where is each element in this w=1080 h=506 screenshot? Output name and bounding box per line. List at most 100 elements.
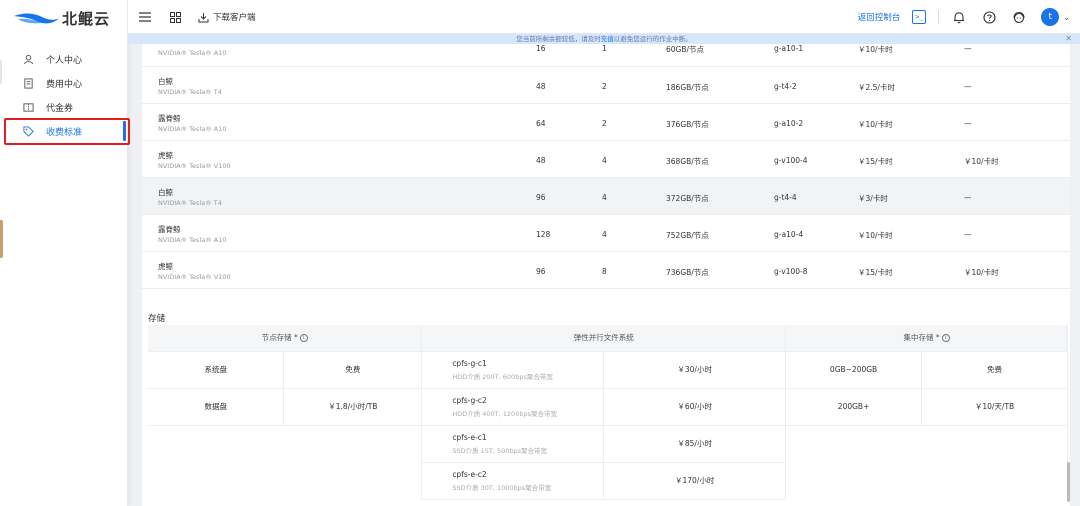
topbar: 下载客户端 返回控制台 >_ t ⌄ (128, 0, 1080, 34)
info-icon[interactable]: i (941, 334, 950, 343)
central-storage-price: 免费 (921, 351, 1068, 389)
gpu-model: NVIDIA® Tesla® T4 (158, 88, 222, 96)
back-to-console-link[interactable]: 返回控制台 (858, 11, 901, 23)
cpu-cores: 64 (536, 119, 546, 128)
gpu-name: 白鲸 (158, 77, 173, 86)
recharge-link[interactable]: 充值 (601, 35, 614, 43)
pricing-content: NVIDIA® Tesla® A10 16 1 60GB/节点 g-a10-1 ￥10/卡… (142, 44, 1070, 506)
gpu-count: 4 (602, 193, 607, 202)
price: ￥10/卡时 (858, 231, 893, 240)
gpu-name: 露脊鲸 (158, 225, 181, 234)
brand-logo[interactable]: 北鲲云 (12, 8, 110, 28)
bell-icon[interactable] (951, 9, 967, 25)
central-storage-range: 0GB~200GB (785, 351, 923, 389)
terminal-icon[interactable]: >_ (912, 10, 927, 24)
edge-tab (0, 220, 3, 258)
discount-price: — (964, 230, 972, 239)
gpu-name: 露脊鲸 (158, 114, 181, 123)
sidebar-nav: 个人中心 费用中心 代金券 收费标准 (0, 47, 128, 143)
notice-text-2: 以避免您运行的作业中断。 (613, 35, 692, 43)
discount-price: — (964, 82, 972, 91)
sidebar-item-profile[interactable]: 个人中心 (0, 47, 128, 71)
instance-spec: g-a10-1 (774, 44, 804, 53)
storage-table-header: 节点存储 * i 弹性并行文件系统 集中存储 * i (148, 325, 1068, 352)
memory: 736GB/节点 (666, 268, 709, 277)
gpu-model: NVIDIA® Tesla® V100 (158, 273, 231, 281)
discount-price: — (964, 193, 972, 202)
scrollbar[interactable] (1067, 462, 1070, 502)
voucher-icon (22, 101, 34, 113)
table-row: 数据盘 ￥1.8/小时/TB cpfs-g-c2 HDD介质 400T, 1200… (148, 388, 1068, 426)
node-storage-label: 数据盘 (148, 388, 285, 426)
customer-service-icon[interactable] (1011, 9, 1027, 25)
close-icon[interactable]: ✕ (1065, 34, 1072, 44)
instance-spec: g-v100-8 (774, 267, 808, 276)
brand-name: 北鲲云 (62, 9, 111, 28)
memory: 186GB/节点 (666, 83, 709, 92)
sidebar-item-vouchers[interactable]: 代金券 (0, 95, 128, 119)
discount-price: — (964, 119, 972, 128)
sidebar-item-billing[interactable]: 费用中心 (0, 71, 128, 95)
instance-spec: g-t4-2 (774, 82, 797, 91)
parallel-fs-spec: cpfs-e-c2 SSD介质 30T, 1000bps聚合带宽 (421, 462, 605, 500)
download-icon (198, 12, 209, 22)
cpu-cores: 128 (536, 230, 551, 239)
node-storage-label: 系统盘 (148, 351, 285, 389)
gpu-model: NVIDIA® Tesla® V100 (158, 162, 231, 170)
price: ￥2.5/卡时 (858, 83, 895, 92)
notice-text-1: 您当前所剩余额较低，请及时 (516, 35, 601, 43)
table-row: cpfs-e-c2 SSD介质 30T, 1000bps聚合带宽 ￥170/小时 (148, 462, 1068, 500)
gpu-count: 2 (602, 82, 607, 91)
parallel-fs-price: ￥85/小时 (603, 425, 787, 463)
parallel-fs-spec: cpfs-g-c1 HDD介质 200T, 600bps聚合带宽 (421, 351, 605, 389)
info-icon[interactable]: i (299, 334, 308, 343)
gpu-model: NVIDIA® Tesla® T4 (158, 199, 222, 207)
cpu-cores: 96 (536, 193, 546, 202)
parallel-fs-price: ￥30/小时 (603, 351, 787, 389)
whale-logo-icon (14, 13, 59, 24)
node-storage-price: 免费 (283, 351, 423, 389)
download-client-label: 下载客户端 (213, 13, 256, 23)
gpu-pricing-table: NVIDIA® Tesla® A10 16 1 60GB/节点 g-a10-1 ￥10/卡… (142, 44, 1070, 289)
cpu-cores: 96 (536, 267, 546, 276)
help-icon[interactable] (981, 9, 997, 25)
topbar-right: 返回控制台 >_ t ⌄ (858, 7, 1070, 27)
table-row: 白鲸 NVIDIA® Tesla® T4 48 2 186GB/节点 g-t4-2 ￥2.5… (142, 67, 1070, 104)
download-client-button[interactable]: 下载客户端 (198, 11, 256, 23)
memory: 372GB/节点 (666, 194, 709, 203)
instance-spec: g-a10-4 (774, 230, 804, 239)
empty-cell (785, 462, 1068, 499)
sidebar: 北鲲云 个人中心 费用中心 代金券 收费标准 (0, 0, 130, 506)
discount-price: — (964, 44, 972, 53)
sidebar-item-pricing[interactable]: 收费标准 (0, 119, 128, 143)
parallel-fs-price: ￥60/小时 (603, 388, 787, 426)
tag-icon (22, 125, 34, 137)
parallel-fs-spec: cpfs-e-c1 SSD介质 15T, 500bps聚合带宽 (421, 425, 605, 463)
hamburger-menu-icon[interactable] (138, 10, 152, 24)
sidebar-item-label: 个人中心 (46, 55, 83, 66)
topbar-left: 下载客户端 (138, 10, 256, 24)
storage-section-title: 存储 (148, 314, 166, 324)
gpu-count: 8 (602, 267, 607, 276)
low-balance-notice: 您当前所剩余额较低，请及时充值以避免您运行的作业中断。 ✕ (128, 34, 1080, 44)
central-storage-price: ￥10/天/TB (921, 388, 1068, 426)
gpu-count: 1 (602, 44, 607, 53)
gpu-count: 2 (602, 119, 607, 128)
apps-grid-icon[interactable] (168, 10, 182, 24)
user-avatar[interactable]: t (1041, 8, 1060, 26)
instance-spec: g-v100-4 (774, 156, 808, 165)
parallel-fs-spec: cpfs-g-c2 HDD介质 400T, 1200bps聚合带宽 (421, 388, 605, 426)
gpu-name: 虎鲸 (158, 262, 173, 271)
memory: 752GB/节点 (666, 231, 709, 240)
gpu-model: NVIDIA® Tesla® A10 (158, 125, 227, 133)
cpu-cores: 48 (536, 82, 546, 91)
gpu-model: NVIDIA® Tesla® A10 (158, 236, 227, 244)
chevron-down-icon[interactable]: ⌄ (1063, 13, 1070, 22)
price: ￥15/卡时 (858, 157, 893, 166)
sidebar-item-label: 收费标准 (46, 127, 83, 138)
memory: 60GB/节点 (666, 45, 705, 54)
sidebar-item-label: 费用中心 (46, 79, 83, 90)
gpu-name: 白鲸 (158, 188, 173, 197)
memory: 376GB/节点 (666, 120, 709, 129)
price: ￥3/卡时 (858, 194, 888, 203)
